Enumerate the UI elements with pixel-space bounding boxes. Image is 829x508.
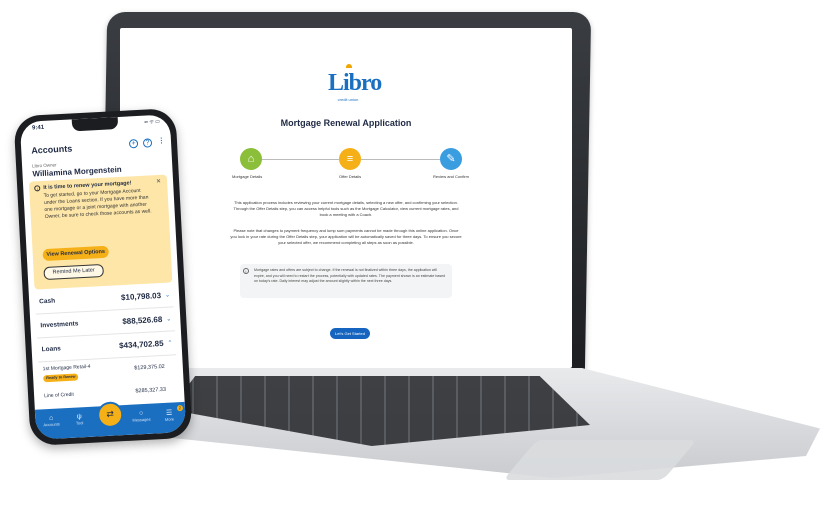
chevron-up-icon: ⌃: [167, 340, 173, 347]
row-label: Loans: [41, 345, 62, 354]
step-connector: [262, 159, 339, 160]
page-title: Mortgage Renewal Application: [280, 118, 412, 128]
add-icon[interactable]: +: [128, 138, 139, 149]
logo-accent: [346, 64, 352, 68]
chevron-down-icon: ⌄: [164, 292, 171, 299]
rate-notice-text: Mortgage rates and offers are subject to…: [254, 268, 446, 283]
logo-word: Libro: [328, 70, 382, 96]
loan-label: 1st Mortgage Retail-4: [42, 363, 91, 373]
step-connector: [361, 159, 440, 160]
intro-paragraph: This application process includes review…: [233, 200, 459, 217]
loan-value: $129,375.02: [134, 363, 165, 372]
tab-label: Messages: [132, 416, 151, 423]
close-icon[interactable]: ✕: [156, 178, 161, 185]
phone-notch: [71, 117, 119, 132]
tab-label: More: [164, 416, 175, 422]
renewal-alert: i ✕ It is time to renew your mortgage! T…: [28, 174, 173, 290]
tab-label: Accounts: [43, 421, 60, 428]
tab-tool[interactable]: ψ Tool: [65, 413, 94, 426]
row-label: Cash: [39, 297, 56, 306]
tab-messages[interactable]: ○ Messages: [127, 409, 156, 423]
laptop-trackpad: [503, 440, 697, 480]
status-icons: ▪▪ ᯤ ▭: [144, 118, 161, 126]
row-value: $10,798.03: [120, 290, 162, 303]
logo-sub: credit union: [337, 97, 359, 102]
phone-screen: 9:41 ▪▪ ᯤ ▭ Accounts + ? ⋮ Libro Owner W…: [19, 114, 187, 440]
alert-body: To get started, go to your Mortgage Acco…: [43, 187, 152, 220]
house-icon[interactable]: ⌂: [240, 148, 262, 170]
loan-item-mortgage[interactable]: 1st Mortgage Retail-4 $129,375.02 Ready …: [39, 358, 178, 387]
info-icon: i: [243, 268, 249, 274]
tab-bar: ⌂ Accounts ψ Tool ⇄ ○ Messages ☰ More 2: [34, 401, 187, 440]
tab-accounts[interactable]: ⌂ Accounts: [37, 414, 66, 428]
laptop-screen: Libro credit union Mortgage Renewal Appl…: [120, 28, 572, 368]
remind-me-later-button[interactable]: Remind Me Later: [43, 263, 104, 281]
ready-to-renew-badge: Ready to Renew: [43, 373, 79, 383]
row-value: $434,702.85: [118, 338, 164, 351]
libro-logo: Libro credit union: [328, 64, 382, 102]
step-label-review-confirm: Review and Confirm: [433, 174, 470, 179]
status-time: 9:41: [31, 124, 45, 132]
transfer-icon[interactable]: ⇄: [96, 401, 124, 429]
row-value: $88,526.68: [122, 314, 163, 327]
phone: 9:41 ▪▪ ᯤ ▭ Accounts + ? ⋮ Libro Owner W…: [13, 107, 193, 447]
step-label-mortgage-details: Mortgage Details: [232, 174, 263, 179]
loan-value: $285,327.33: [135, 386, 167, 395]
step-label-offer-details: Offer Details: [339, 174, 362, 179]
notice-paragraph: Please note that changes to payment freq…: [230, 228, 462, 245]
pencil-icon[interactable]: ✎: [440, 148, 462, 170]
rate-notice: i Mortgage rates and offers are subject …: [240, 264, 452, 298]
chevron-down-icon: ⌄: [166, 316, 172, 323]
view-renewal-options-button[interactable]: View Renewal Options: [42, 245, 109, 262]
get-started-button[interactable]: Let's Get Started: [330, 328, 370, 339]
info-icon: i: [34, 185, 41, 192]
document-icon[interactable]: ≡: [339, 148, 361, 170]
loan-label: Line of Credit: [44, 391, 75, 400]
tab-label: Tool: [75, 420, 84, 426]
help-icon[interactable]: ?: [142, 138, 153, 148]
accounts-title: Accounts: [31, 143, 73, 156]
more-vertical-icon[interactable]: ⋮: [157, 138, 166, 147]
row-label: Investments: [40, 320, 79, 330]
